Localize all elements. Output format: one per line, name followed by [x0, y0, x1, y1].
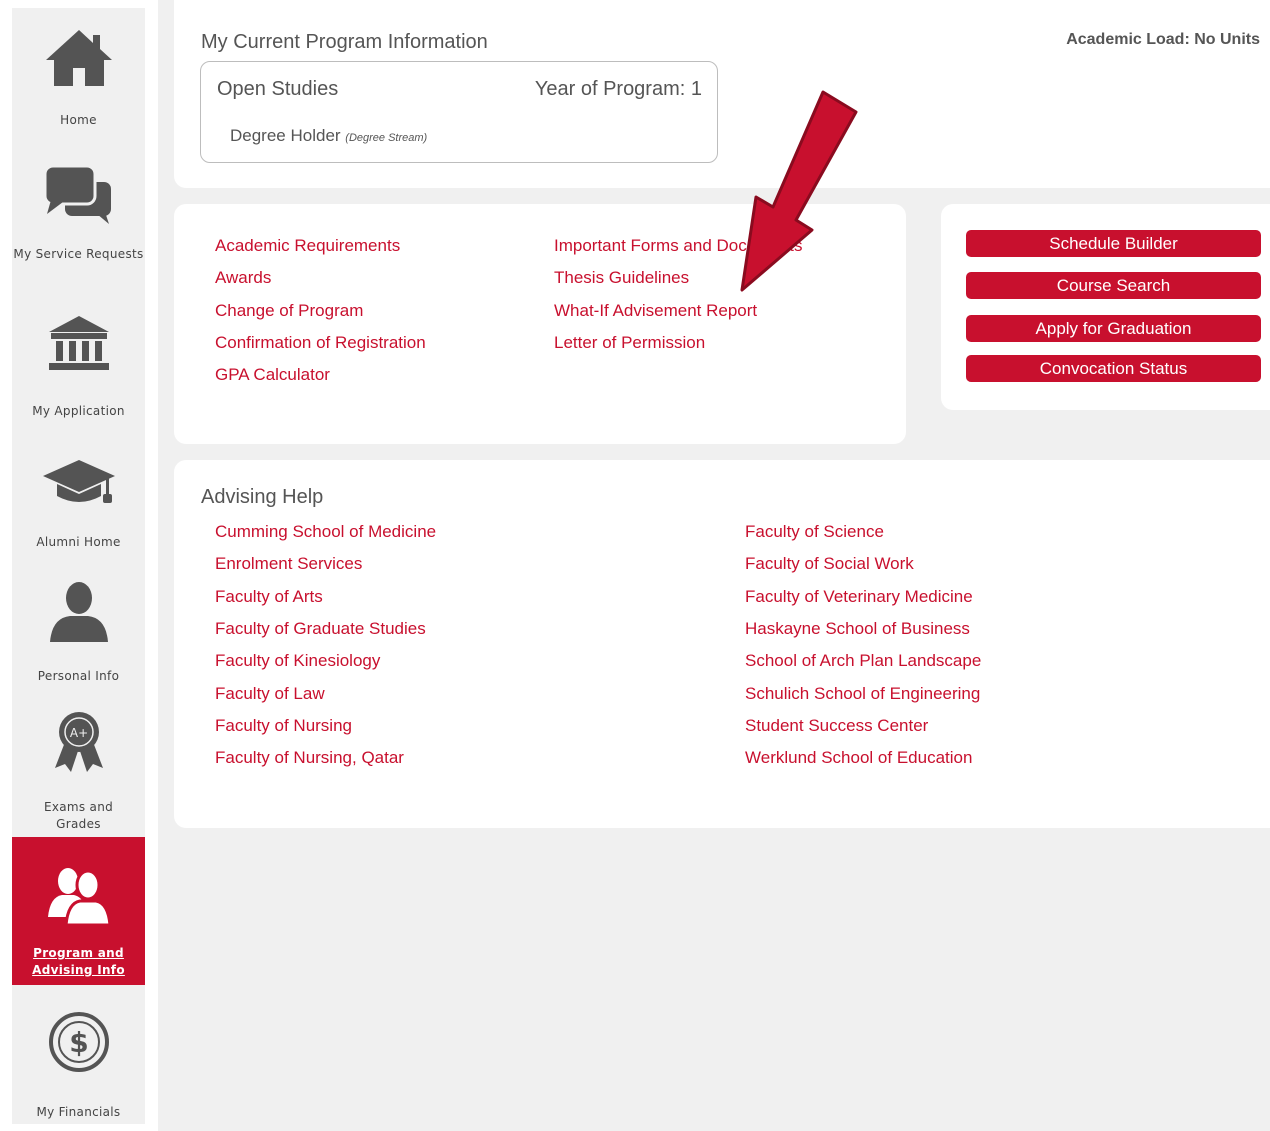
- sidebar-item-label: Program and Advising Info: [32, 946, 125, 977]
- program-plan-type: (Degree Stream): [345, 132, 428, 144]
- sidebar-item-personal-info[interactable]: Personal Info: [12, 568, 145, 698]
- advising-link[interactable]: Enrolment Services: [215, 554, 362, 574]
- advising-link[interactable]: Faculty of Nursing: [215, 716, 352, 736]
- svg-text:A+: A+: [69, 726, 87, 740]
- advising-link[interactable]: Werklund School of Education: [745, 748, 972, 768]
- sidebar-item-service-requests[interactable]: My Service Requests: [12, 158, 145, 298]
- sidebar-item-label: My Application: [32, 404, 125, 418]
- link-gpa-calculator[interactable]: GPA Calculator: [215, 365, 330, 385]
- link-letter-of-permission[interactable]: Letter of Permission: [554, 333, 705, 353]
- program-name: Open Studies: [217, 78, 339, 100]
- advising-link[interactable]: School of Arch Plan Landscape: [745, 651, 981, 671]
- sidebar-item-alumni-home[interactable]: Alumni Home: [12, 428, 145, 568]
- advising-link[interactable]: Faculty of Law: [215, 684, 325, 704]
- institution-icon: [12, 314, 145, 372]
- sidebar-nav: Home My Service Requests My Application …: [12, 8, 145, 1124]
- advising-link[interactable]: Faculty of Veterinary Medicine: [745, 587, 973, 607]
- advising-link[interactable]: Faculty of Graduate Studies: [215, 619, 426, 639]
- program-info-title: My Current Program Information: [201, 31, 488, 53]
- advising-link[interactable]: Faculty of Nursing, Qatar: [215, 748, 404, 768]
- sidebar-item-label: Home: [60, 113, 97, 127]
- link-change-of-program[interactable]: Change of Program: [215, 301, 363, 321]
- advising-link[interactable]: Schulich School of Engineering: [745, 684, 980, 704]
- advising-link[interactable]: Faculty of Kinesiology: [215, 651, 380, 671]
- sidebar-item-home[interactable]: Home: [12, 8, 145, 158]
- link-confirmation-of-registration[interactable]: Confirmation of Registration: [215, 333, 426, 353]
- home-icon: [12, 26, 145, 88]
- schedule-builder-button[interactable]: Schedule Builder: [966, 230, 1261, 257]
- course-search-button[interactable]: Course Search: [966, 272, 1261, 299]
- sidebar-item-program-advising[interactable]: Program and Advising Info: [12, 837, 145, 985]
- award-ribbon-icon: A+: [12, 708, 145, 774]
- sidebar-item-my-application[interactable]: My Application: [12, 298, 145, 428]
- dollar-circle-icon: $: [12, 1011, 145, 1073]
- advising-link[interactable]: Cumming School of Medicine: [215, 522, 436, 542]
- link-awards[interactable]: Awards: [215, 268, 271, 288]
- advising-card: [174, 460, 1270, 828]
- sidebar-item-label: Personal Info: [37, 669, 120, 683]
- apply-for-graduation-button[interactable]: Apply for Graduation: [966, 315, 1261, 342]
- people-icon: [12, 863, 145, 925]
- link-what-if-advisement-report[interactable]: What-If Advisement Report: [554, 301, 757, 321]
- advising-link[interactable]: Haskayne School of Business: [745, 619, 970, 639]
- chat-bubbles-icon: [12, 164, 145, 226]
- advising-link[interactable]: Faculty of Science: [745, 522, 884, 542]
- svg-text:$: $: [69, 1026, 88, 1059]
- program-plan: Degree Holder (Degree Stream): [230, 126, 427, 146]
- sidebar-item-label: My Financials: [36, 1105, 121, 1119]
- sidebar-item-my-financials[interactable]: $ My Financials: [12, 985, 145, 1124]
- program-year: Year of Program: 1: [534, 78, 702, 100]
- convocation-status-button[interactable]: Convocation Status: [966, 355, 1261, 382]
- program-plan-name: Degree Holder: [230, 126, 341, 145]
- advising-title: Advising Help: [201, 486, 324, 508]
- sidebar-item-label: My Service Requests: [13, 247, 144, 261]
- advising-link[interactable]: Faculty of Arts: [215, 587, 323, 607]
- program-box: Open Studies Year of Program: 1 Degree H…: [200, 61, 718, 163]
- person-icon: [12, 580, 145, 644]
- sidebar-item-label: Alumni Home: [36, 535, 121, 549]
- graduation-cap-icon: [12, 458, 145, 508]
- sidebar-item-exams-grades[interactable]: A+ Exams and Grades: [12, 698, 145, 838]
- academic-load: Academic Load: No Units: [1066, 31, 1260, 48]
- advising-link[interactable]: Faculty of Social Work: [745, 554, 914, 574]
- advising-link[interactable]: Student Success Center: [745, 716, 928, 736]
- link-important-forms[interactable]: Important Forms and Documents: [554, 236, 802, 256]
- link-thesis-guidelines[interactable]: Thesis Guidelines: [554, 268, 689, 288]
- sidebar-item-label: Exams and Grades: [43, 800, 114, 831]
- link-academic-requirements[interactable]: Academic Requirements: [215, 236, 400, 256]
